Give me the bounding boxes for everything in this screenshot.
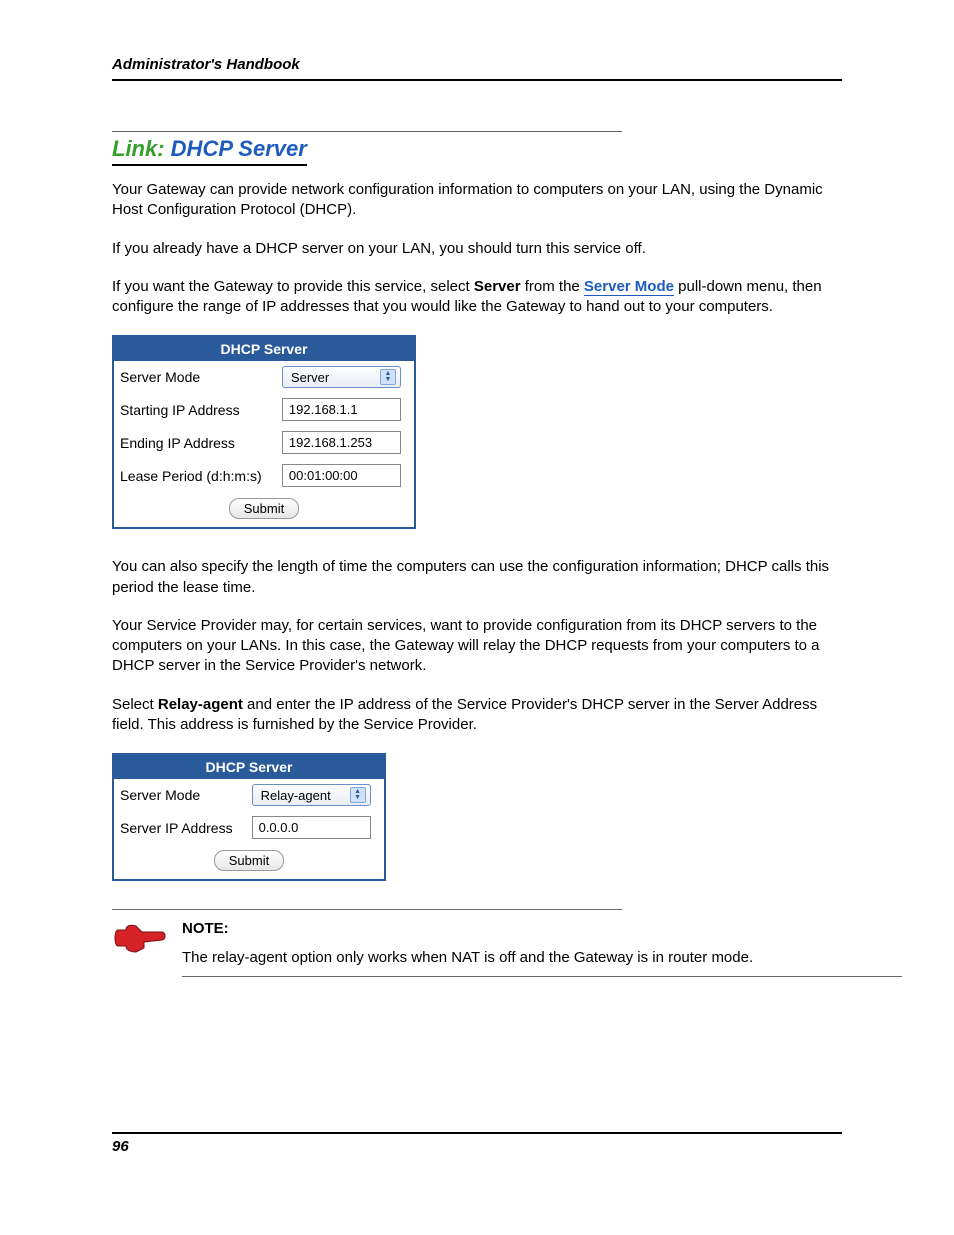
pointing-hand-icon — [112, 920, 182, 960]
label: Lease Period (d:h:m:s) — [114, 459, 276, 492]
lease-period-input[interactable]: 00:01:00:00 — [282, 464, 401, 487]
submit-button[interactable]: Submit — [229, 498, 299, 519]
panel-heading: DHCP Server — [114, 755, 384, 779]
page-number: 96 — [112, 1132, 842, 1155]
label: Ending IP Address — [114, 426, 276, 459]
title-rule — [112, 131, 622, 132]
running-head: Administrator's Handbook — [112, 56, 842, 81]
label: Server IP Address — [114, 811, 246, 844]
row-server-mode: Server Mode Server ▲▼ — [114, 361, 414, 393]
submit-button[interactable]: Submit — [214, 850, 284, 871]
row-start-ip: Starting IP Address 192.168.1.1 — [114, 393, 414, 426]
select-value: Server — [291, 370, 329, 385]
mid-paragraph-1: You can also specify the length of time … — [112, 557, 842, 598]
row-lease: Lease Period (d:h:m:s) 00:01:00:00 — [114, 459, 414, 492]
dhcp-server-panel-1: DHCP Server Server Mode Server ▲▼ Starti… — [112, 335, 416, 529]
select-arrows-icon: ▲▼ — [350, 787, 366, 803]
panel-heading: DHCP Server — [114, 337, 414, 361]
label: Server Mode — [114, 779, 246, 811]
mid-paragraph-3: Select Relay-agent and enter the IP addr… — [112, 695, 842, 736]
row-server-ip: Server IP Address 0.0.0.0 — [114, 811, 384, 844]
intro-paragraph-2: If you already have a DHCP server on you… — [112, 239, 842, 259]
row-server-mode: Server Mode Relay-agent ▲▼ — [114, 779, 384, 811]
server-ip-input[interactable]: 0.0.0.0 — [252, 816, 371, 839]
note-text: The relay-agent option only works when N… — [182, 949, 902, 966]
text: Select — [112, 696, 158, 713]
note-block: NOTE: The relay-agent option only works … — [112, 920, 842, 977]
bold-relay-agent: Relay-agent — [158, 696, 243, 713]
ending-ip-input[interactable]: 192.168.1.253 — [282, 431, 401, 454]
select-value: Relay-agent — [261, 788, 331, 803]
page-title: Link: DHCP Server — [112, 136, 307, 166]
text: If you want the Gateway to provide this … — [112, 278, 474, 295]
text: from the — [521, 278, 584, 295]
server-mode-link[interactable]: Server Mode — [584, 278, 674, 296]
row-end-ip: Ending IP Address 192.168.1.253 — [114, 426, 414, 459]
intro-paragraph-1: Your Gateway can provide network configu… — [112, 180, 842, 221]
server-mode-select[interactable]: Relay-agent ▲▼ — [252, 784, 371, 806]
bold-server: Server — [474, 278, 521, 295]
starting-ip-input[interactable]: 192.168.1.1 — [282, 398, 401, 421]
label: Starting IP Address — [114, 393, 276, 426]
dhcp-server-panel-2: DHCP Server Server Mode Relay-agent ▲▼ S… — [112, 753, 386, 881]
select-arrows-icon: ▲▼ — [380, 369, 396, 385]
label: Server Mode — [114, 361, 276, 393]
intro-paragraph-3: If you want the Gateway to provide this … — [112, 277, 842, 318]
note-label: NOTE: — [182, 920, 902, 937]
server-mode-select[interactable]: Server ▲▼ — [282, 366, 401, 388]
title-prefix: Link: — [112, 136, 171, 161]
note-rule-top — [112, 909, 622, 910]
mid-paragraph-2: Your Service Provider may, for certain s… — [112, 616, 842, 677]
note-rule-bottom — [182, 976, 902, 977]
title-main: DHCP Server — [171, 136, 307, 161]
